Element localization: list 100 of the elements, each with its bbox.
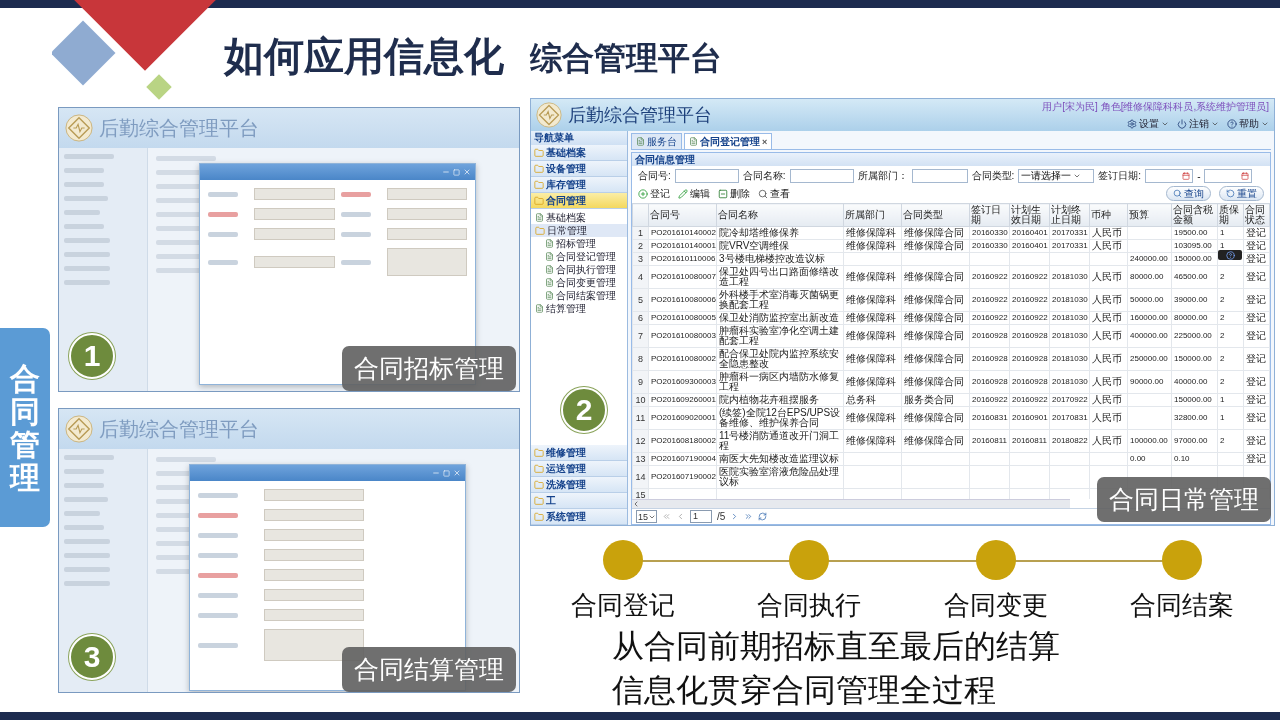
menu-item[interactable]: 注销 [1177, 116, 1219, 131]
nav-group[interactable]: 工 [531, 493, 627, 509]
table-cell: 20160928 [969, 370, 1010, 394]
input-field[interactable] [674, 169, 739, 183]
table-cell: 1 [1217, 226, 1244, 240]
table-cell: 2 [1217, 370, 1244, 394]
table-cell: 2 [1217, 311, 1244, 325]
table-cell: 46500.00 [1171, 265, 1218, 289]
stage-label: 合同变更 [943, 589, 1048, 622]
field-label: 签订日期: [1098, 169, 1142, 183]
column-header: 合同含税金额 [1171, 203, 1218, 227]
tree-item[interactable]: 基础档案 [531, 211, 627, 224]
folder-icon [534, 479, 544, 490]
table-cell: 保卫处消防监控室出新改造 [716, 311, 844, 325]
tree-item[interactable]: 合同变更管理 [531, 276, 627, 289]
tree-item[interactable]: 招标管理 [531, 237, 627, 250]
nav-group[interactable]: 洗涤管理 [531, 477, 627, 493]
nav-group[interactable]: 合同管理 [531, 193, 627, 209]
search-button[interactable]: 查询 [1166, 186, 1211, 201]
table-cell: 20160928 [969, 347, 1010, 371]
table-cell: PO201607190004 [648, 452, 717, 466]
logo-icon [536, 102, 562, 128]
toolbar-button[interactable]: 查看 [758, 186, 790, 201]
timeline-dot [603, 540, 644, 580]
logo-icon [65, 114, 93, 142]
tab[interactable]: 服务台 [631, 133, 682, 149]
table-cell: 配合保卫处院内监控系统安全隐患整改 [716, 347, 844, 371]
column-header: 合同名称 [716, 203, 844, 227]
nav-group[interactable]: 设备管理 [531, 161, 627, 177]
table-cell: 维修保障科 [843, 288, 902, 312]
table-cell: 20181030 [1049, 324, 1090, 348]
timeline-dot [975, 540, 1016, 580]
table-cell: 2 [1217, 265, 1244, 289]
page-input[interactable]: 1 [690, 510, 712, 523]
table-cell: 20160811 [969, 429, 1010, 453]
nav-group[interactable]: 基础档案 [531, 145, 627, 161]
folder-icon [534, 447, 544, 458]
select-field[interactable]: 一请选择一 [1018, 169, 1095, 183]
table-cell: 11号楼消防通道改开门洞工程 [716, 429, 844, 453]
table-cell: 维修保障科 [843, 265, 902, 289]
table-cell: 240000.00 [1127, 252, 1172, 266]
maximize-icon [443, 469, 450, 477]
tree-item[interactable]: 结算管理 [531, 302, 627, 315]
calendar-icon [1241, 172, 1250, 180]
tab-close[interactable]: × [762, 136, 768, 147]
date-field[interactable] [1204, 169, 1253, 183]
tree-item[interactable]: 日常管理 [531, 224, 627, 237]
table-cell: 150000.00 [1171, 252, 1218, 266]
column-header: 签订日期 [969, 203, 1010, 227]
table-cell: PO201610080002 [648, 347, 717, 371]
table-cell: 20160922 [969, 393, 1010, 407]
nav-group[interactable]: 运送管理 [531, 461, 627, 477]
table-cell: PO201610080007 [648, 265, 717, 289]
field-label: 所属部门： [857, 169, 908, 183]
table-cell: 20160922 [1009, 393, 1050, 407]
nav-group[interactable]: 系统管理 [531, 509, 627, 525]
table-cell: PO201609020001 [648, 406, 717, 430]
toolbar-button[interactable]: 登记 [638, 186, 670, 201]
table-cell: 总务科 [843, 393, 902, 407]
table-cell: 20160831 [969, 406, 1010, 430]
tree-item[interactable]: 合同执行管理 [531, 263, 627, 276]
summary-text: 从合同前期招标直至最后的结算 [611, 627, 1061, 666]
scrollbar[interactable] [632, 499, 1070, 508]
table-cell: 20160401 [1009, 226, 1050, 240]
table-cell: 维修保障合同 [901, 429, 970, 453]
page-size-select[interactable]: 15 [636, 510, 657, 523]
table-cell: 20181030 [1049, 347, 1090, 371]
nav-group[interactable]: 维修管理 [531, 445, 627, 461]
floating-toolbar[interactable] [1218, 250, 1242, 260]
stage-label: 合同执行 [757, 589, 862, 622]
app-title: 后勤综合管理平台 [568, 104, 713, 127]
table-cell: PO201610140002 [648, 226, 717, 240]
user-info: 用户[宋为民] 角色[维修保障科科员,系统维护管理员] [1042, 99, 1269, 114]
table-cell: 150000.00 [1171, 347, 1218, 371]
toolbar-button[interactable]: 删除 [718, 186, 750, 201]
column-header: 质保期 [1217, 203, 1244, 227]
row-number: 9 [632, 370, 649, 394]
column-header: 合同号 [648, 203, 717, 227]
tree-item[interactable]: 合同结案管理 [531, 289, 627, 302]
date-field[interactable] [1145, 169, 1194, 183]
menu-item[interactable]: 设置 [1127, 116, 1169, 131]
reset-icon [1226, 189, 1235, 198]
table-cell: PO201607190002 [648, 465, 717, 489]
table-cell: 人民币 [1089, 265, 1128, 289]
toolbar-button[interactable]: 编辑 [678, 186, 710, 201]
column-header: 币种 [1089, 203, 1128, 227]
tree-item[interactable]: 合同登记管理 [531, 250, 627, 263]
menu-item[interactable]: 帮助 [1227, 116, 1269, 131]
row-number: 5 [632, 288, 649, 312]
tab[interactable]: 合同登记管理 × [684, 133, 773, 149]
input-field[interactable] [911, 169, 968, 183]
table-cell: 20180822 [1049, 429, 1090, 453]
nav-group[interactable]: 库存管理 [531, 177, 627, 193]
input-field[interactable] [789, 169, 854, 183]
folder-icon [534, 147, 544, 158]
row-number: 8 [632, 347, 649, 371]
table-cell: 40000.00 [1171, 370, 1218, 394]
reset-button[interactable]: 重置 [1219, 186, 1264, 201]
folder-icon [534, 179, 544, 190]
table-cell: 维修保障合同 [901, 226, 970, 240]
